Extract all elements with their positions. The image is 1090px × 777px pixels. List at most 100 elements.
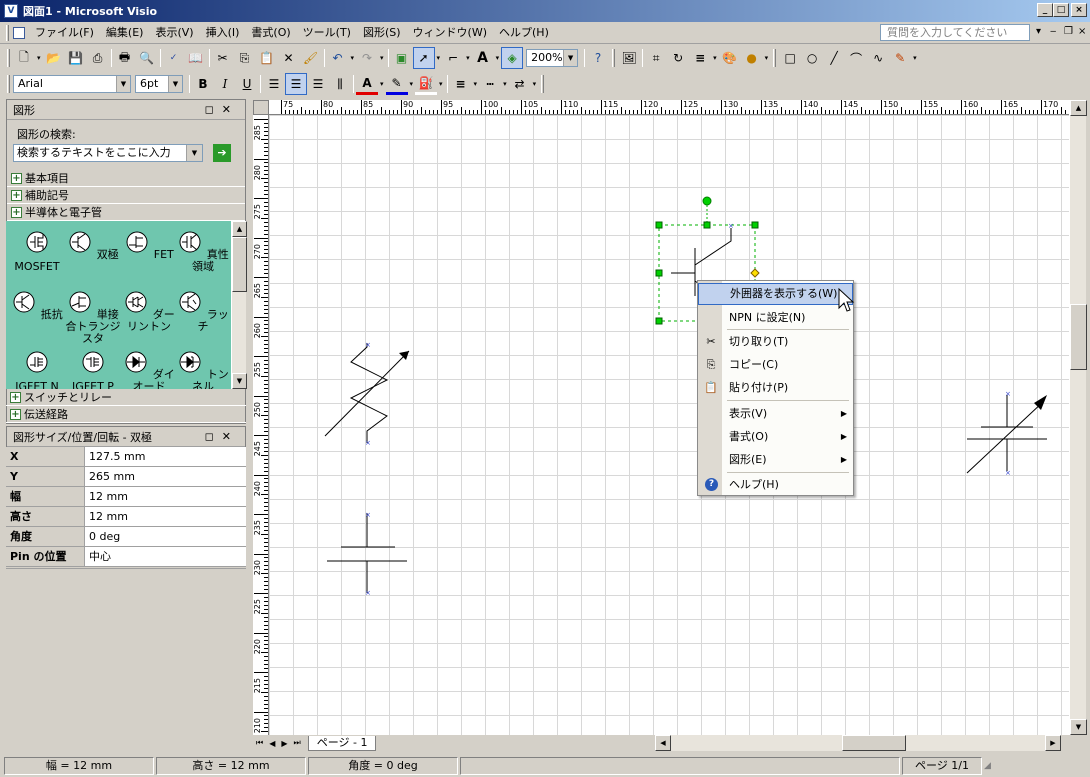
stencil-tunnel[interactable]: トンネル <box>174 349 231 389</box>
freeform-tool-icon[interactable]: ∿ <box>867 47 889 69</box>
visio-app-icon[interactable]: V <box>4 4 18 18</box>
menu-edit[interactable]: 編集(E) <box>100 23 150 43</box>
menu-insert[interactable]: 挿入(I) <box>200 23 246 43</box>
rotate-icon[interactable]: ↻ <box>667 47 689 69</box>
stencil-diode[interactable]: ダイオード <box>120 349 178 389</box>
line-pattern-icon[interactable]: ┅ <box>479 73 501 95</box>
redo-icon[interactable]: ↷ <box>356 47 378 69</box>
arc-tool-icon[interactable]: ⌒ <box>845 47 867 69</box>
stencil-resistor[interactable]: 抵抗 <box>8 289 66 321</box>
stencil-scrollbar[interactable]: ▲ ▼ <box>231 221 247 389</box>
maximize-button[interactable]: □ <box>1053 3 1069 17</box>
scroll-down-icon[interactable]: ▼ <box>1070 719 1087 735</box>
undo-dropdown-icon[interactable]: ▾ <box>351 54 355 62</box>
delete-icon[interactable]: ✕ <box>278 47 300 69</box>
chevron-down-icon[interactable]: ▼ <box>168 76 182 92</box>
help-question-input[interactable]: 質問を入力してください <box>880 24 1030 41</box>
category-semiconductors[interactable]: + 半導体と電子管 <box>7 204 245 221</box>
print-icon[interactable]: 🖶 <box>114 47 136 69</box>
cut-icon[interactable]: ✂ <box>212 47 234 69</box>
canvas-vertical-scrollbar[interactable]: ▲ ▼ <box>1069 100 1087 735</box>
canvas-horizontal-scrollbar[interactable]: ◀ ▶ <box>655 735 1061 751</box>
stencil-ujt[interactable]: 単接合トランジスタ <box>64 289 122 345</box>
fill-color-icon[interactable]: 🎨 <box>719 47 741 69</box>
scroll-down-icon[interactable]: ▼ <box>232 373 247 389</box>
panel-close-icon[interactable]: ✕ <box>222 103 239 116</box>
next-page-icon[interactable]: ▶ <box>278 739 290 748</box>
connector-tool-icon[interactable]: ⌐ <box>442 47 464 69</box>
menu-file[interactable]: ファイル(F) <box>29 23 100 43</box>
doc-minimize-button[interactable]: ‒ <box>1050 26 1056 37</box>
copy-icon[interactable]: ⎘ <box>234 47 256 69</box>
connector-dropdown-icon[interactable]: ▾ <box>466 54 470 62</box>
context-menu-item[interactable]: 表示(V) ▶ <box>698 403 853 425</box>
context-menu-item[interactable]: 📋 貼り付け(P) <box>698 377 853 399</box>
align-vertical-icon[interactable]: ⫼ <box>329 73 351 95</box>
last-page-icon[interactable]: ⏭ <box>291 738 304 748</box>
scroll-up-icon[interactable]: ▲ <box>1070 100 1087 116</box>
align-right-icon[interactable]: ☰ <box>307 73 329 95</box>
stencil-darlington[interactable]: ダーリントン <box>120 289 178 333</box>
spelling-icon[interactable]: ✓ <box>163 47 185 69</box>
fill-bucket-icon[interactable]: ⛽ <box>415 73 438 95</box>
context-menu-item[interactable]: ⎘ コピー(C) <box>698 354 853 376</box>
italic-button[interactable]: I <box>214 73 236 95</box>
shape-search-input[interactable]: 検索するテキストをここに入力 ▼ <box>13 144 203 162</box>
line-weight-dropdown-icon[interactable]: ▾ <box>713 54 717 62</box>
scroll-thumb[interactable] <box>842 735 906 751</box>
menu-view[interactable]: 表示(V) <box>149 23 199 43</box>
connection-point-icon[interactable]: ◈ <box>501 47 524 69</box>
chevron-down-icon[interactable]: ▼ <box>116 76 130 92</box>
doc-close-button[interactable]: × <box>1078 26 1086 37</box>
line-weight-icon[interactable]: ≡ <box>689 47 711 69</box>
horizontal-ruler[interactable]: 75 80 85 90 95 100 105 110 115 120 125 130 135 140 145… <box>269 100 1069 115</box>
stencil-intrinsic[interactable]: 真性領域 <box>174 229 231 273</box>
help-icon[interactable]: ? <box>587 47 609 69</box>
document-icon[interactable] <box>13 26 25 39</box>
variable-capacitor-shape[interactable]: × × <box>966 390 1047 477</box>
context-menu-item[interactable]: NPN に設定(N) <box>698 307 853 329</box>
stencil-igfet-n[interactable]: IGFET N <box>8 349 66 389</box>
prev-page-icon[interactable]: ◀ <box>266 739 278 748</box>
permission-icon[interactable]: ⎙ <box>87 47 109 69</box>
format-painter-icon[interactable]: 🖌 <box>300 47 322 69</box>
search-go-icon[interactable]: ➔ <box>213 144 231 162</box>
undo-icon[interactable]: ↶ <box>327 47 349 69</box>
panel-close-icon[interactable]: ✕ <box>222 430 239 443</box>
toolbar-grip[interactable] <box>7 49 10 67</box>
print-preview-icon[interactable]: 🔍 <box>136 47 158 69</box>
paste-icon[interactable]: 📋 <box>256 47 278 69</box>
capacitor-shape[interactable]: × × <box>327 511 407 597</box>
toolbar-grip[interactable] <box>612 49 616 67</box>
category-transmission[interactable]: + 伝送経路 <box>6 406 246 423</box>
drawing-canvas[interactable]: × × × × × × × <box>269 115 1069 735</box>
menu-shape[interactable]: 図形(S) <box>357 23 407 43</box>
context-menu-item[interactable]: ✂ 切り取り(T) <box>698 331 853 353</box>
chevron-down-icon[interactable]: ▼ <box>563 50 578 66</box>
help-dropdown-icon[interactable]: ▾ <box>1036 26 1041 37</box>
minimize-button[interactable]: _ <box>1037 3 1053 17</box>
drawing-dropdown-icon[interactable]: ▾ <box>913 54 917 62</box>
panel-menu-icon[interactable]: ◻ <box>205 430 222 443</box>
line-ends-dropdown-icon[interactable]: ▾ <box>533 80 537 88</box>
prop-width-value[interactable]: 12 mm <box>85 487 246 506</box>
shadow-icon[interactable]: ● <box>741 47 763 69</box>
first-page-icon[interactable]: ⏮ <box>253 738 266 748</box>
bold-button[interactable]: B <box>192 73 214 95</box>
stencil-mosfet[interactable]: MOSFET <box>8 229 66 273</box>
scroll-thumb[interactable] <box>232 237 247 292</box>
menu-help[interactable]: ヘルプ(H) <box>493 23 555 43</box>
toolbar-grip[interactable] <box>541 75 545 93</box>
ellipse-tool-icon[interactable]: ○ <box>801 47 823 69</box>
menubar-grip[interactable] <box>6 24 9 41</box>
font-select[interactable]: Arial ▼ <box>13 75 131 93</box>
line-color-icon[interactable]: ✎ <box>385 73 408 95</box>
scroll-right-icon[interactable]: ▶ <box>1045 735 1061 751</box>
doc-restore-button[interactable]: ❐ <box>1064 26 1073 37</box>
scroll-thumb[interactable] <box>1070 304 1087 370</box>
tab-page-1[interactable]: ページ - 1 <box>307 735 377 751</box>
save-icon[interactable]: 💾 <box>65 47 87 69</box>
redo-dropdown-icon[interactable]: ▾ <box>380 54 384 62</box>
new-icon[interactable]: 🗋 <box>13 47 35 69</box>
category-auxiliary[interactable]: + 補助記号 <box>7 187 245 204</box>
